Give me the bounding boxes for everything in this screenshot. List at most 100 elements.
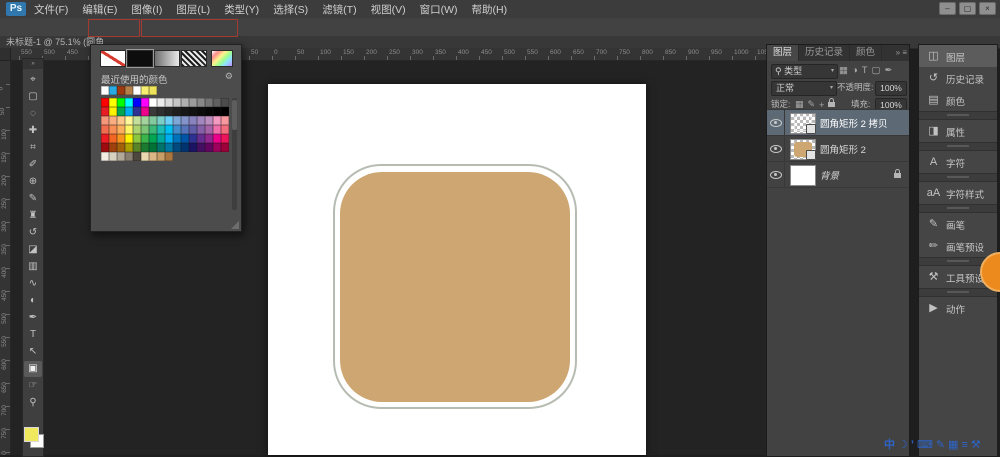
filter-shape-layers-icon[interactable]: ▢ xyxy=(872,64,881,77)
hand-tool[interactable]: ☞ xyxy=(24,378,42,394)
layer-visibility-cell[interactable] xyxy=(767,136,785,161)
marquee-tool[interactable]: ▢ xyxy=(24,89,42,105)
smudge-tool[interactable]: ∿ xyxy=(24,276,42,292)
color-swatch[interactable] xyxy=(125,125,133,134)
color-swatch[interactable] xyxy=(133,125,141,134)
color-swatch[interactable] xyxy=(125,86,133,95)
color-swatch[interactable] xyxy=(189,134,197,143)
layer-thumbnail[interactable] xyxy=(790,165,816,186)
color-swatch[interactable] xyxy=(133,143,141,152)
dock-item-字符[interactable]: A字符 xyxy=(919,151,997,173)
color-swatch[interactable] xyxy=(117,98,125,107)
color-swatch[interactable] xyxy=(117,134,125,143)
color-swatch[interactable] xyxy=(149,86,157,95)
color-swatch[interactable] xyxy=(149,116,157,125)
path-selection-tool[interactable]: ↖ xyxy=(24,344,42,360)
color-swatch[interactable] xyxy=(221,116,229,125)
color-swatch[interactable] xyxy=(125,116,133,125)
panel-menu-icon[interactable]: » ≡ xyxy=(896,45,907,61)
color-swatch[interactable] xyxy=(165,98,173,107)
toolbar-collapse-icon[interactable]: » xyxy=(23,59,43,69)
color-swatch[interactable] xyxy=(181,98,189,107)
color-swatch[interactable] xyxy=(109,86,117,95)
color-swatch[interactable] xyxy=(157,125,165,134)
color-swatch[interactable] xyxy=(149,143,157,152)
color-swatch[interactable] xyxy=(189,107,197,116)
color-swatch[interactable] xyxy=(213,125,221,134)
color-swatch[interactable] xyxy=(197,98,205,107)
layer-row-1[interactable]: 圆角矩形 2 xyxy=(767,136,909,162)
layer-thumbnail[interactable] xyxy=(790,113,816,134)
ime-grid-icon[interactable]: ▦ xyxy=(948,437,958,453)
filter-type-layers-icon[interactable]: T xyxy=(862,64,868,77)
eye-icon[interactable] xyxy=(770,171,782,179)
color-swatch[interactable] xyxy=(125,152,133,161)
menu-item-9[interactable]: 帮助(H) xyxy=(472,2,508,17)
dock-item-颜色[interactable]: ▤颜色 xyxy=(919,89,997,111)
clone-stamp-tool[interactable]: ♜ xyxy=(24,208,42,224)
color-swatch[interactable] xyxy=(197,143,205,152)
zoom-tool[interactable]: ⚲ xyxy=(24,395,42,411)
eyedropper-tool[interactable]: ✐ xyxy=(24,157,42,173)
dock-item-字符样式[interactable]: aA字符样式 xyxy=(919,182,997,204)
opacity-input[interactable]: 100% xyxy=(875,81,907,96)
color-swatch[interactable] xyxy=(125,107,133,116)
menu-item-5[interactable]: 选择(S) xyxy=(273,2,308,17)
color-swatch[interactable] xyxy=(221,134,229,143)
dock-item-历史记录[interactable]: ↺历史记录 xyxy=(919,67,997,89)
lock-position-icon[interactable]: + xyxy=(819,100,824,110)
color-swatch[interactable] xyxy=(149,152,157,161)
layer-visibility-cell[interactable] xyxy=(767,110,785,135)
color-swatch[interactable] xyxy=(213,143,221,152)
color-swatch[interactable] xyxy=(181,134,189,143)
color-swatch[interactable] xyxy=(133,152,141,161)
restore-button[interactable]: ▢ xyxy=(959,2,976,15)
menu-item-0[interactable]: 文件(F) xyxy=(34,2,68,17)
eye-icon[interactable] xyxy=(770,119,782,127)
color-swatch[interactable] xyxy=(181,143,189,152)
layer-thumbnail[interactable] xyxy=(790,139,816,160)
color-swatch[interactable] xyxy=(101,86,109,95)
layer-row-0[interactable]: 圆角矩形 2 拷贝 xyxy=(767,110,909,136)
popup-resize-grip[interactable] xyxy=(231,221,239,229)
menu-item-3[interactable]: 图层(L) xyxy=(176,2,210,17)
color-swatch[interactable] xyxy=(149,134,157,143)
color-swatch[interactable] xyxy=(189,116,197,125)
color-swatch[interactable] xyxy=(101,152,109,161)
shape-tool[interactable]: ▣ xyxy=(24,361,42,377)
color-swatch[interactable] xyxy=(197,116,205,125)
color-swatch[interactable] xyxy=(117,152,125,161)
color-swatch[interactable] xyxy=(101,143,109,152)
color-swatch[interactable] xyxy=(221,143,229,152)
color-swatch[interactable] xyxy=(181,125,189,134)
menu-item-8[interactable]: 窗口(W) xyxy=(420,2,458,17)
pen-tool[interactable]: ✒ xyxy=(24,310,42,326)
color-swatch[interactable] xyxy=(157,152,165,161)
color-swatch[interactable] xyxy=(157,143,165,152)
ime-handwriting-icon[interactable]: ✎ xyxy=(936,437,945,453)
color-swatch[interactable] xyxy=(101,116,109,125)
filter-pixel-layers-icon[interactable]: ▦ xyxy=(839,64,848,77)
menu-item-1[interactable]: 编辑(E) xyxy=(82,2,117,17)
color-swatch[interactable] xyxy=(173,143,181,152)
color-swatch[interactable] xyxy=(125,134,133,143)
color-swatch[interactable] xyxy=(221,107,229,116)
dock-item-图层[interactable]: ◫图层 xyxy=(919,45,997,67)
color-swatch[interactable] xyxy=(141,143,149,152)
menu-item-4[interactable]: 类型(Y) xyxy=(224,2,259,17)
dodge-tool[interactable]: ◐ xyxy=(24,293,42,309)
tab-图层[interactable]: 图层 xyxy=(767,45,799,61)
color-swatch[interactable] xyxy=(205,107,213,116)
color-swatch[interactable] xyxy=(213,134,221,143)
color-swatch[interactable] xyxy=(181,107,189,116)
color-swatch[interactable] xyxy=(221,125,229,134)
layer-row-2[interactable]: 背景 xyxy=(767,162,909,188)
color-swatch[interactable] xyxy=(221,98,229,107)
color-swatch[interactable] xyxy=(141,116,149,125)
color-swatch[interactable] xyxy=(133,134,141,143)
menu-item-7[interactable]: 视图(V) xyxy=(371,2,406,17)
gradient-button[interactable] xyxy=(154,50,180,67)
type-tool[interactable]: T xyxy=(24,327,42,343)
pattern-button[interactable] xyxy=(181,50,207,67)
color-swatch[interactable] xyxy=(165,152,173,161)
